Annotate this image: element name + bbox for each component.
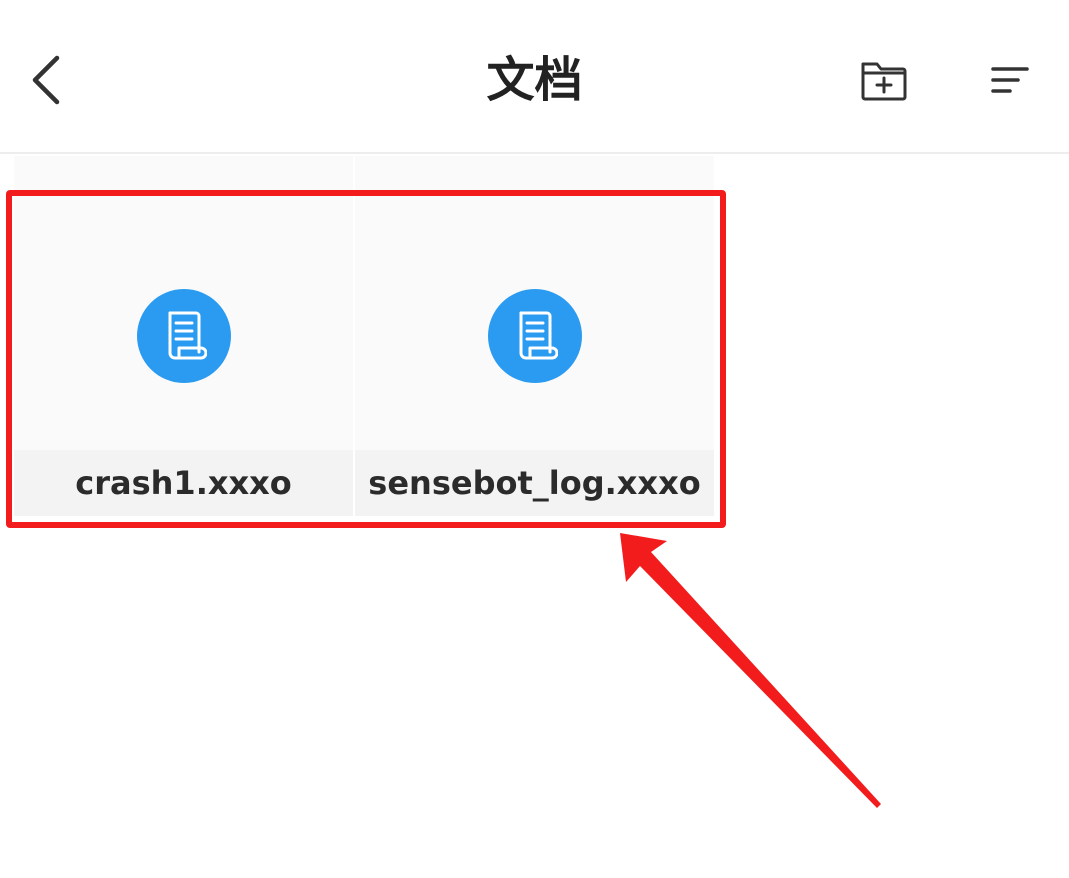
file-card[interactable]: sensebot_log.xxxo <box>355 156 714 516</box>
folder-plus-icon <box>861 62 907 101</box>
new-folder-button[interactable] <box>852 52 916 108</box>
file-name: sensebot_log.xxxo <box>368 464 701 502</box>
file-name-bar: crash1.xxxo <box>14 450 353 516</box>
chevron-left-icon <box>32 55 60 105</box>
file-card[interactable]: crash1.xxxo <box>14 156 353 516</box>
top-bar: 文档 <box>0 0 1069 154</box>
sort-lines-icon <box>991 67 1029 93</box>
file-grid: crash1.xxxo sensebot_log.xxxo <box>14 156 714 516</box>
document-scroll-icon <box>136 289 231 383</box>
file-name-bar: sensebot_log.xxxo <box>355 450 714 516</box>
back-button[interactable] <box>20 48 70 112</box>
file-name: crash1.xxxo <box>75 464 292 502</box>
sort-button[interactable] <box>982 52 1038 108</box>
document-scroll-icon <box>487 289 582 383</box>
